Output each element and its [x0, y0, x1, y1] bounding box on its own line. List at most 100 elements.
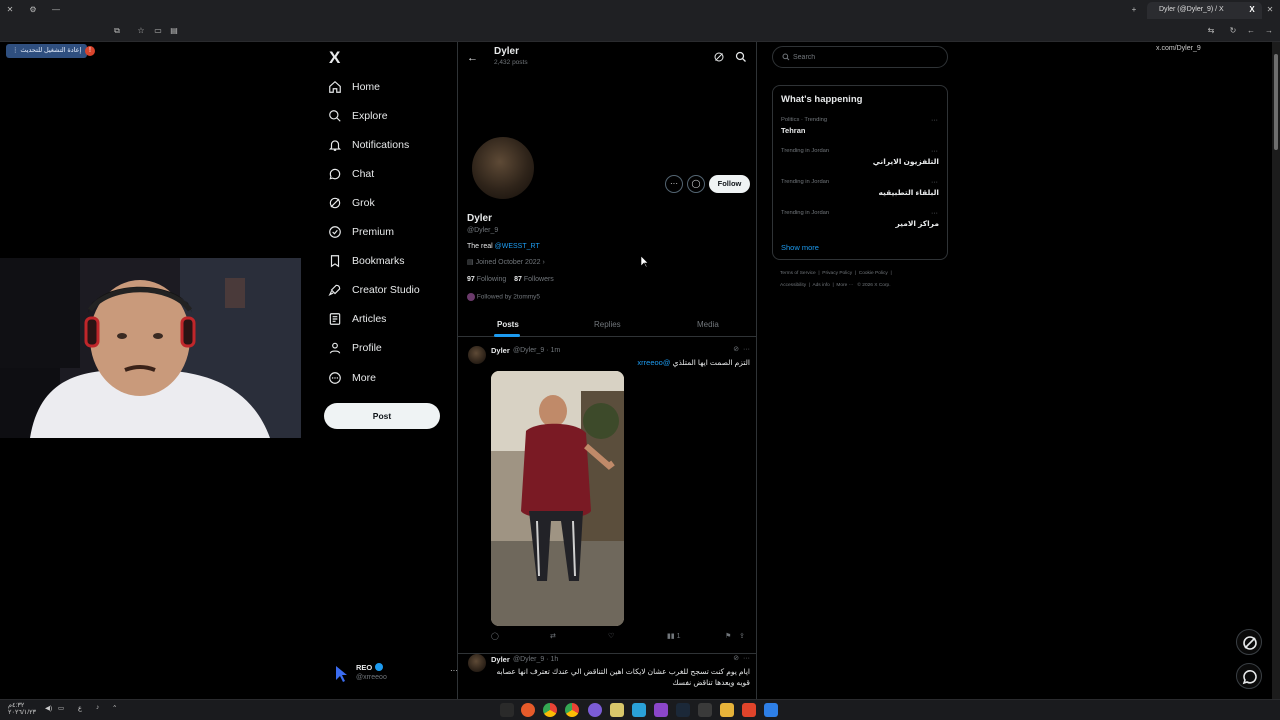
following-link[interactable]: 97 Following [467, 276, 506, 283]
reload-icon[interactable]: ↻ [1227, 25, 1239, 37]
app-icon-files[interactable] [720, 703, 734, 717]
star-icon[interactable]: ☆ [135, 25, 147, 37]
tab-posts[interactable]: Posts [497, 320, 519, 329]
nav-item-grok[interactable]: Grok [328, 192, 375, 214]
close-window-icon[interactable]: ✕ [4, 4, 16, 16]
settings-icon[interactable]: ⚙ [27, 4, 39, 16]
followed-by[interactable]: Followed by 2tommy5 [467, 293, 540, 301]
nav-item-profile[interactable]: Profile [328, 337, 382, 359]
bio-mention-link[interactable]: @WESST_RT [495, 243, 540, 250]
back-arrow-icon[interactable]: ← [467, 52, 478, 64]
volume-icon[interactable]: ◀) [45, 704, 52, 712]
page-scrollbar[interactable] [1272, 42, 1280, 702]
footer-link[interactable]: More ··· [836, 283, 853, 288]
share-icon[interactable]: ⇪ [739, 632, 745, 640]
search-icon[interactable] [735, 51, 747, 63]
search-input[interactable] [793, 49, 943, 65]
grok-icon[interactable] [713, 51, 725, 63]
x-logo-icon[interactable]: X [329, 48, 340, 68]
search-icon [782, 53, 790, 61]
scrollbar-thumb[interactable] [1274, 54, 1278, 150]
app-icon-telegram[interactable] [632, 703, 646, 717]
tweet-mention[interactable]: @xrreeoo [637, 358, 670, 367]
app-icon-discord[interactable] [654, 703, 668, 717]
grok-icon[interactable]: ⊘ [733, 346, 739, 353]
more-icon[interactable]: ··· [931, 148, 938, 155]
app-icon-calculator[interactable] [698, 703, 712, 717]
notification-badge[interactable]: ! [85, 46, 95, 56]
nav-item-premium[interactable]: Premium [328, 221, 394, 243]
more-icon[interactable]: ··· [743, 655, 750, 662]
language-indicator[interactable]: ع [78, 704, 82, 712]
bookmark-icon[interactable]: ⚑ [725, 632, 731, 640]
browser-tab[interactable]: Dyler (@Dyler_9) / X [1147, 2, 1262, 19]
more-options-button[interactable]: ··· [665, 175, 683, 193]
nav-item-chat[interactable]: Chat [328, 163, 374, 185]
app-icon-steam[interactable] [676, 703, 690, 717]
views-button[interactable]: ▮▮ 1 [667, 632, 681, 640]
footer-link[interactable]: Accessibility [780, 283, 806, 288]
address-bar[interactable]: x.com/Dyler_9 [1156, 45, 1201, 52]
more-icon[interactable]: ··· [931, 117, 938, 124]
tweet-author[interactable]: Dyler [491, 346, 510, 355]
grok-icon[interactable]: ⊘ [733, 655, 739, 662]
clock[interactable]: ٤:٣٢م ٢٠٢٦/١/٢٣ [8, 702, 36, 716]
profile-avatar[interactable] [470, 135, 536, 201]
tweet-avatar[interactable] [468, 654, 486, 672]
app-icon-chrome[interactable] [543, 703, 557, 717]
network-icon[interactable]: ▭ [58, 704, 64, 712]
nav-item-bookmarks[interactable]: Bookmarks [328, 250, 405, 272]
reply-icon[interactable]: ◯ [491, 632, 499, 640]
more-icon[interactable]: ··· [931, 210, 938, 217]
app-icon-brave[interactable] [742, 703, 756, 717]
message-button[interactable]: ◯ [687, 175, 705, 193]
show-more-link[interactable]: Show more [781, 243, 819, 252]
nav-item-creator-studio[interactable]: Creator Studio [328, 279, 420, 301]
footer-link[interactable]: Cookie Policy [859, 271, 888, 276]
active-tab-indicator [494, 334, 520, 337]
tweet[interactable]: Dyler @Dyler_9 · 1h ⊘ ··· ايام يوم كنت ت… [458, 650, 756, 702]
footer-link[interactable]: Privacy Policy [822, 271, 852, 276]
repost-icon[interactable]: ⇄ [550, 632, 556, 640]
post-button[interactable]: Post [324, 403, 440, 429]
nav-item-more[interactable]: More [328, 367, 376, 389]
more-icon[interactable]: ··· [743, 346, 750, 353]
app-icon-chrome-2[interactable] [565, 703, 579, 717]
nav-item-notifications[interactable]: Notifications [328, 134, 409, 156]
app-icon-notes[interactable] [610, 703, 624, 717]
cast-icon[interactable]: ▭ [152, 25, 164, 37]
footer-link[interactable]: Terms of Service [780, 271, 816, 276]
new-tab-icon[interactable]: + [1128, 4, 1140, 16]
app-icon-firefox[interactable] [521, 703, 535, 717]
nav-item-articles[interactable]: Articles [328, 308, 386, 330]
microphone-icon[interactable]: ♪ [96, 704, 99, 711]
forward-icon[interactable]: → [1263, 25, 1275, 37]
chevron-up-icon[interactable]: ⌃ [112, 704, 117, 712]
reading-list-icon[interactable]: ▤ [168, 25, 180, 37]
follow-button[interactable]: Follow [709, 175, 750, 193]
tweet-author[interactable]: Dyler [491, 655, 510, 664]
site-settings-icon[interactable]: ⇆ [1205, 25, 1217, 37]
like-icon[interactable]: ♡ [608, 632, 614, 640]
footer-link[interactable]: Ads info [812, 283, 829, 288]
tweet-avatar[interactable] [468, 346, 486, 364]
more-icon[interactable]: ··· [931, 179, 938, 186]
grok-float-button[interactable] [1236, 629, 1262, 655]
tab-media[interactable]: Media [697, 320, 719, 329]
start-menu-icon[interactable] [764, 703, 778, 717]
messages-float-button[interactable] [1236, 663, 1262, 689]
nav-item-explore[interactable]: Explore [328, 105, 388, 127]
minimize-icon[interactable]: — [50, 4, 62, 16]
nav-item-home[interactable]: Home [328, 76, 380, 98]
close-tab-icon[interactable]: ✕ [1264, 4, 1276, 16]
back-icon[interactable]: ← [1245, 25, 1257, 37]
tweet-media-video[interactable] [491, 371, 624, 626]
account-switcher[interactable]: REO @xrreeoo ··· [332, 662, 458, 688]
app-icon-terminal[interactable] [500, 703, 514, 717]
update-restart-button[interactable]: ⋮ إعادة التشغيل للتحديث [6, 44, 88, 58]
app-icon-purple[interactable] [588, 703, 602, 717]
search-box[interactable] [772, 46, 948, 68]
extensions-icon[interactable]: ⧉ [111, 25, 123, 37]
tab-replies[interactable]: Replies [594, 320, 621, 329]
followers-link[interactable]: 87 Followers [514, 276, 554, 283]
